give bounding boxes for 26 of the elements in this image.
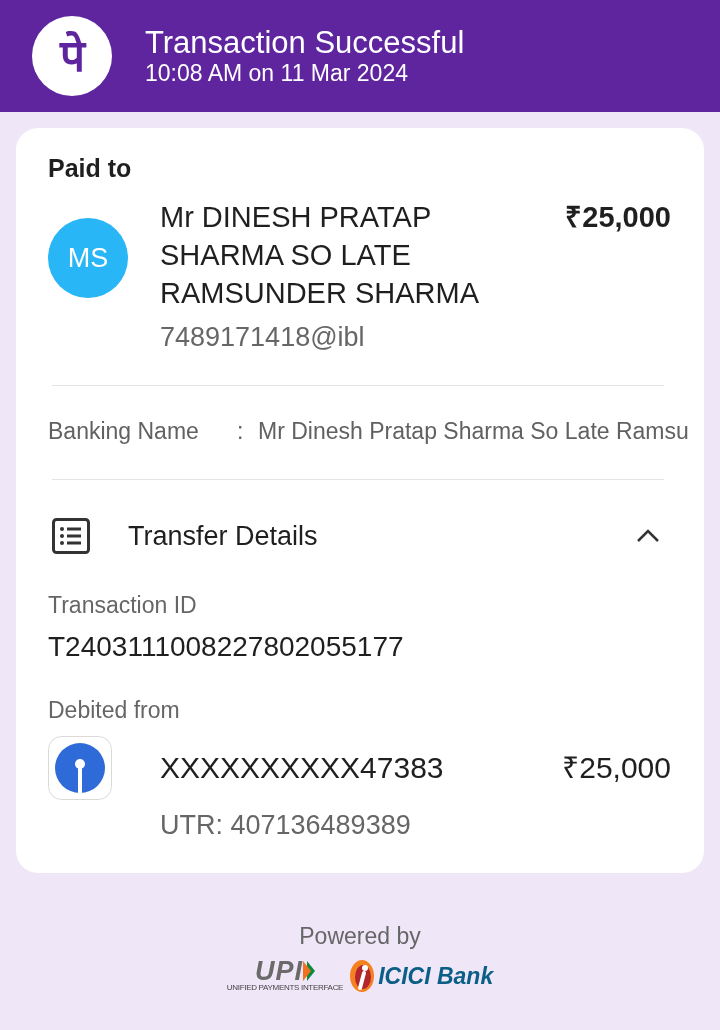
triangle-logo-icon — [303, 961, 315, 981]
logo-caption: UNIFIED PAYMENTS INTERFACE — [226, 983, 344, 993]
separator: : — [237, 417, 245, 446]
screen-title: Transaction Successful — [145, 26, 465, 60]
amount: ₹25,000 — [565, 200, 671, 235]
account-number: XXXXXXXXXX47383 — [160, 750, 444, 786]
section-title: Transfer Details — [128, 520, 318, 552]
upi-id: 7489171418@ibl — [160, 321, 366, 354]
timestamp: 10:08 AM on 11 Mar 2024 — [145, 60, 409, 86]
app-logo: पे — [32, 16, 112, 96]
section-title: Paid to — [48, 153, 133, 184]
field-value: T2403111008227802055177 — [48, 631, 405, 663]
field-label: Debited from — [48, 696, 181, 724]
list-icon — [52, 518, 90, 554]
field-label: Transaction ID — [48, 591, 198, 619]
logo-text: UPI — [254, 959, 303, 983]
banking-name-value: Mr Dinesh Pratap Sharma So Late Ramsu — [258, 417, 689, 446]
logo-text: ICICI Bank — [378, 962, 494, 990]
powered-by-text: Powered by — [298, 922, 422, 950]
field-label: Banking Name — [48, 417, 200, 446]
payee-name: Mr DINESH PRATAP SHARMA SO LATE RAMSUNDER SHARMA — [160, 200, 481, 311]
chevron-up-icon[interactable] — [636, 529, 660, 543]
oval-logo-icon — [349, 959, 376, 993]
avatar: MS — [48, 218, 128, 298]
utr-number: UTR: 407136489389 — [160, 809, 412, 841]
amount: ₹25,000 — [562, 750, 671, 786]
